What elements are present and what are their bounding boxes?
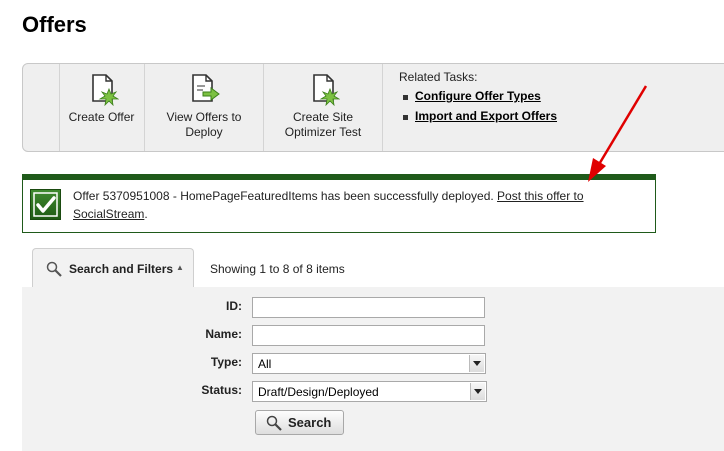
tab-search-and-filters[interactable]: Search and Filters ▲ [32,248,194,288]
create-offer-icon [91,74,119,106]
related-task-item: Import and Export Offers [402,109,557,123]
create-offer-label: Create Offer [68,110,135,124]
success-message-text: Offer 5370951008 - HomePageFeaturedItems… [73,189,498,203]
create-offer-button[interactable]: Create Offer [59,64,145,151]
search-button-label: Search [288,415,332,430]
status-label: Status: [201,383,242,397]
page-title: Offers [22,12,87,37]
configure-offer-types-link[interactable]: Configure Offer Types [415,89,541,103]
caret-up-icon: ▲ [176,263,184,272]
view-deploy-icon [192,74,220,102]
toolbar-grip [23,64,60,151]
filters-panel: ID: Name: Type: All Status: Draft/Design… [22,287,724,451]
search-icon [46,261,62,277]
search-icon [266,415,282,431]
related-tasks: Related Tasks: Configure Offer Types Imp… [399,70,557,129]
success-message-end: . [144,207,148,221]
id-label: ID: [226,299,242,313]
create-site-optimizer-test-button[interactable]: Create Site Optimizer Test [264,64,383,151]
toolbar: Create Offer View Offers to Deploy Creat… [22,63,724,152]
create-test-icon [313,74,340,106]
view-offers-to-deploy-label: View Offers to Deploy [166,110,242,139]
id-input[interactable] [252,297,485,318]
name-label: Name: [205,327,242,341]
related-tasks-title: Related Tasks: [399,70,478,84]
type-select[interactable]: All [252,353,486,374]
chevron-down-icon [469,355,484,372]
search-button[interactable]: Search [255,410,344,435]
tab-search-and-filters-label: Search and Filters [69,262,174,276]
success-message: Offer 5370951008 - HomePageFeaturedItems… [22,174,656,233]
status-select-value: Draft/Design/Deployed [258,385,379,399]
create-site-optimizer-test-label: Create Site Optimizer Test [284,110,362,139]
type-label: Type: [210,355,242,369]
success-text: Offer 5370951008 - HomePageFeaturedItems… [73,187,613,223]
checkmark-icon [30,189,61,220]
view-offers-to-deploy-button[interactable]: View Offers to Deploy [145,64,264,151]
type-select-value: All [258,357,272,371]
results-count: Showing 1 to 8 of 8 items [210,262,345,276]
import-export-offers-link[interactable]: Import and Export Offers [415,109,557,123]
status-select[interactable]: Draft/Design/Deployed [252,381,487,402]
chevron-down-icon [470,383,485,400]
related-task-item: Configure Offer Types [402,89,557,103]
name-input[interactable] [252,325,485,346]
